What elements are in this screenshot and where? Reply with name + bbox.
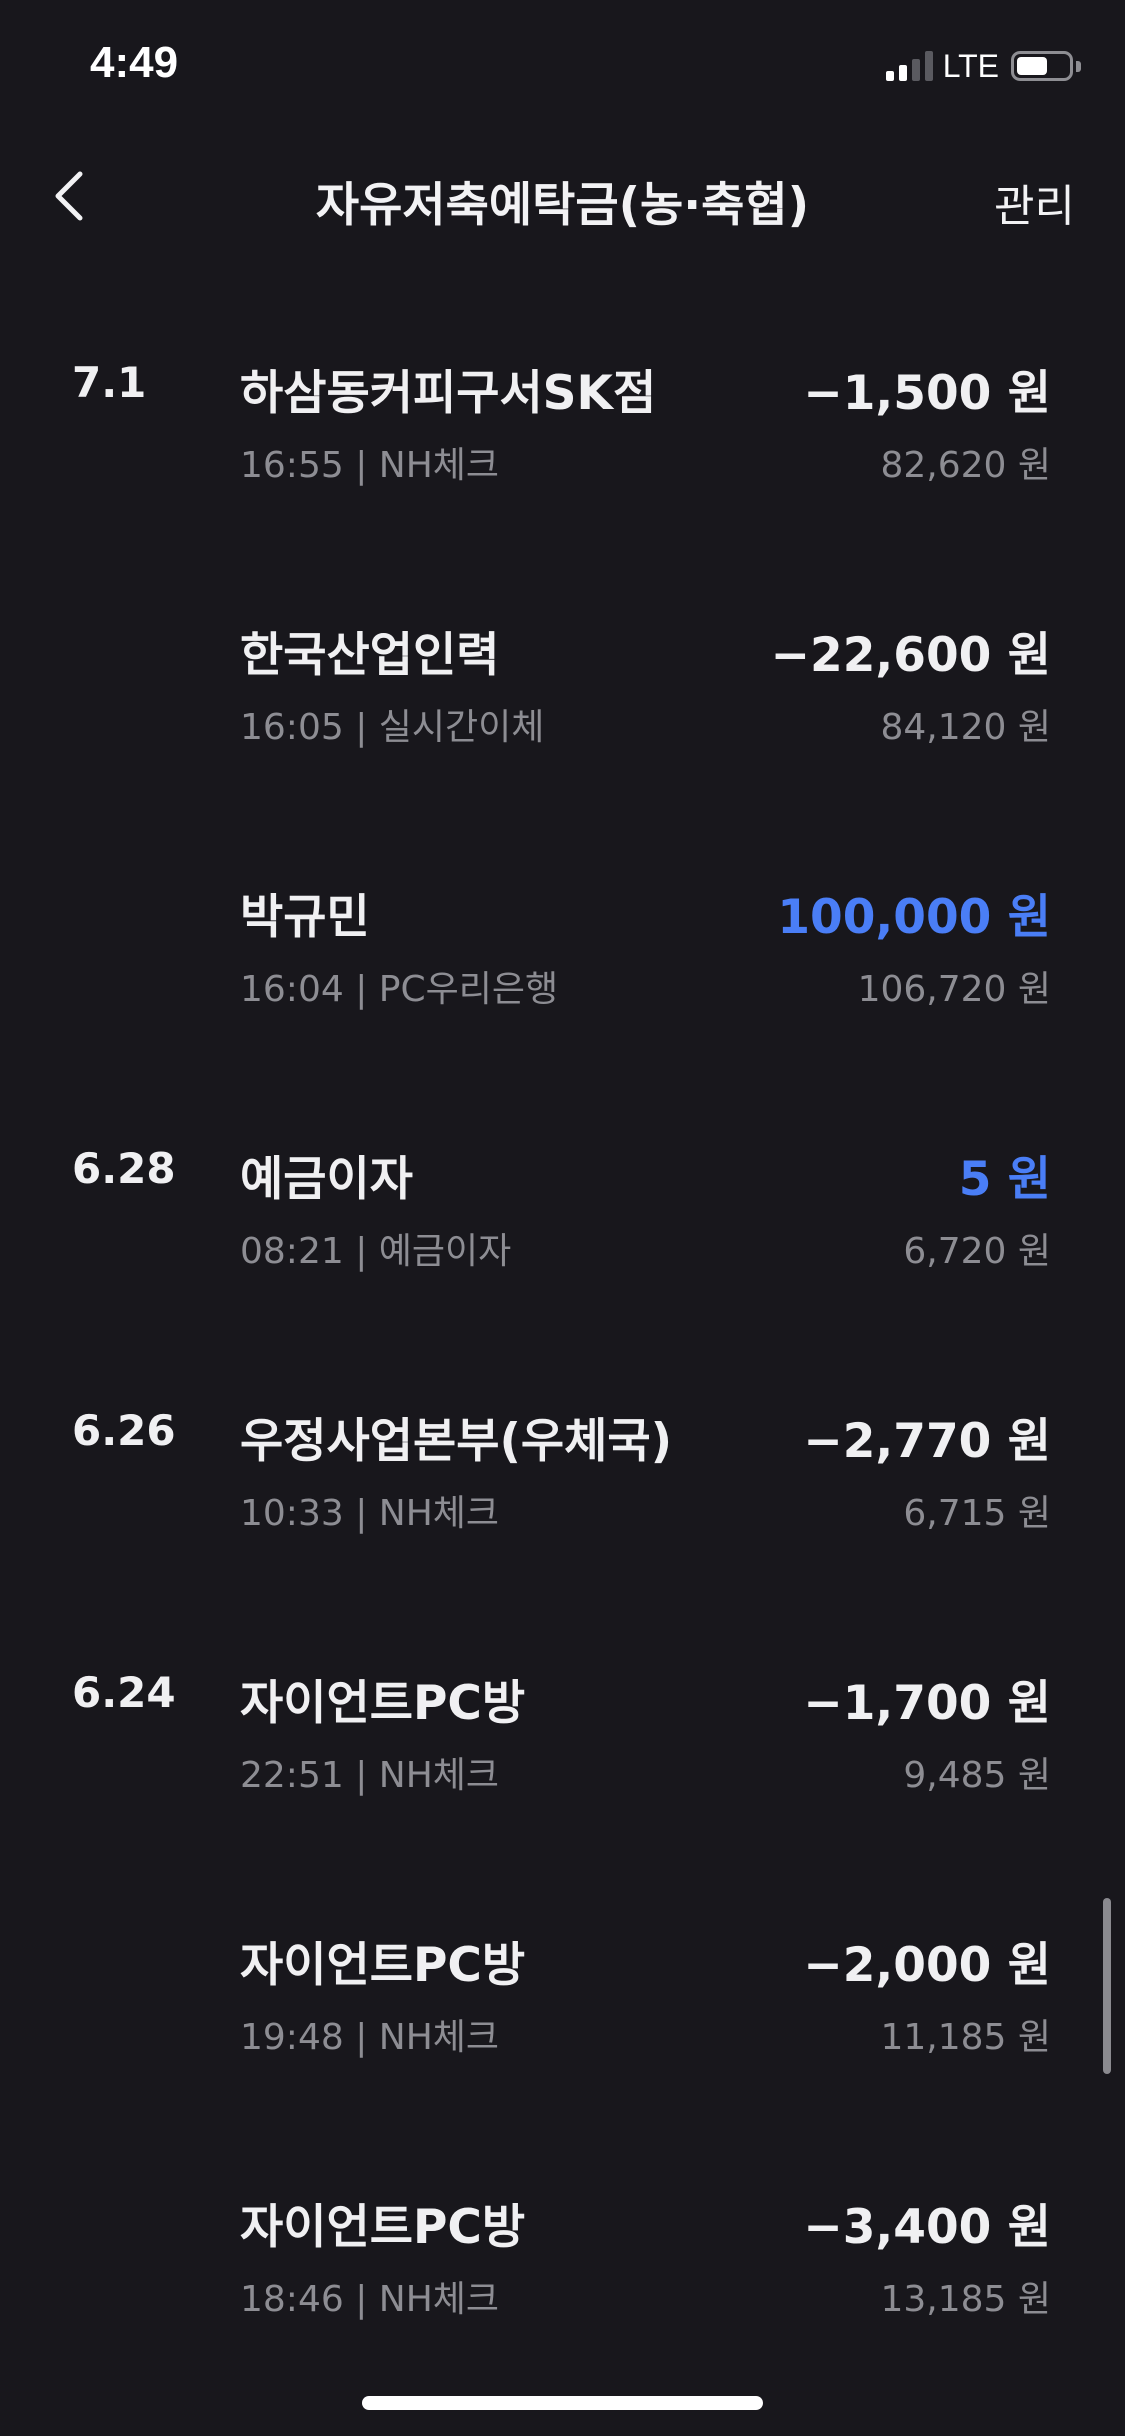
transaction-amount: −1,700 원 (803, 1676, 1051, 1731)
transaction-time-method: 19:48 | NH체크 (240, 2017, 500, 2058)
transaction-balance: 6,720 원 (903, 1231, 1051, 1272)
transaction-list: 7.1 하삼동커피구서SK점 16:55 | NH체크 −1,500 원 82,… (0, 0, 1125, 2436)
transaction-date: 7.1 (72, 358, 147, 407)
transaction-time-method: 10:33 | NH체크 (240, 1493, 500, 1534)
transaction-date: 6.26 (72, 1406, 176, 1455)
transaction-merchant: 자이언트PC방 (240, 1676, 526, 1731)
transaction-row[interactable]: 6.26 우정사업본부(우체국) 10:33 | NH체크 −2,770 원 6… (0, 1406, 1125, 1606)
transaction-amount: −22,600 원 (770, 628, 1051, 683)
home-indicator[interactable] (362, 2396, 763, 2410)
transaction-row[interactable]: 6.28 예금이자 08:21 | 예금이자 5 원 6,720 원 (0, 1144, 1125, 1344)
transaction-merchant: 자이언트PC방 (240, 2200, 526, 2255)
transaction-amount: −2,000 원 (803, 1938, 1051, 1993)
transaction-row[interactable]: 7.1 하삼동커피구서SK점 16:55 | NH체크 −1,500 원 82,… (0, 358, 1125, 558)
transaction-date: 6.24 (72, 1668, 176, 1717)
scrollbar[interactable] (1103, 1898, 1111, 2074)
transaction-balance: 13,185 원 (880, 2279, 1051, 2320)
transaction-time-method: 16:04 | PC우리은행 (240, 969, 559, 1010)
transaction-merchant: 박규민 (240, 890, 370, 945)
transaction-balance: 106,720 원 (857, 969, 1051, 1010)
transaction-row[interactable]: 박규민 16:04 | PC우리은행 100,000 원 106,720 원 (0, 882, 1125, 1082)
transaction-time-method: 22:51 | NH체크 (240, 1755, 500, 1796)
transaction-merchant: 한국산업인력 (240, 628, 500, 683)
transaction-merchant: 우정사업본부(우체국) (240, 1414, 673, 1469)
transaction-merchant: 예금이자 (240, 1152, 413, 1207)
transaction-amount: −3,400 원 (803, 2200, 1051, 2255)
transaction-time-method: 16:05 | 실시간이체 (240, 707, 545, 748)
transaction-row[interactable]: 자이언트PC방 19:48 | NH체크 −2,000 원 11,185 원 (0, 1930, 1125, 2130)
transaction-time-method: 08:21 | 예금이자 (240, 1231, 512, 1272)
transaction-time-method: 18:46 | NH체크 (240, 2279, 500, 2320)
transaction-balance: 6,715 원 (903, 1493, 1051, 1534)
transaction-merchant: 하삼동커피구서SK점 (240, 366, 657, 421)
transaction-balance: 9,485 원 (903, 1755, 1051, 1796)
transaction-date: 6.28 (72, 1144, 176, 1193)
transaction-balance: 82,620 원 (880, 445, 1051, 486)
transaction-amount: −2,770 원 (803, 1414, 1051, 1469)
transaction-balance: 84,120 원 (880, 707, 1051, 748)
transaction-row[interactable]: 자이언트PC방 18:46 | NH체크 −3,400 원 13,185 원 (0, 2192, 1125, 2392)
transaction-time-method: 16:55 | NH체크 (240, 445, 500, 486)
transaction-amount: −1,500 원 (803, 366, 1051, 421)
transaction-merchant: 자이언트PC방 (240, 1938, 526, 1993)
transaction-row[interactable]: 한국산업인력 16:05 | 실시간이체 −22,600 원 84,120 원 (0, 620, 1125, 820)
transaction-balance: 11,185 원 (880, 2017, 1051, 2058)
transaction-row[interactable]: 6.24 자이언트PC방 22:51 | NH체크 −1,700 원 9,485… (0, 1668, 1125, 1868)
transaction-amount: 100,000 원 (777, 890, 1051, 945)
transaction-amount: 5 원 (958, 1152, 1051, 1207)
